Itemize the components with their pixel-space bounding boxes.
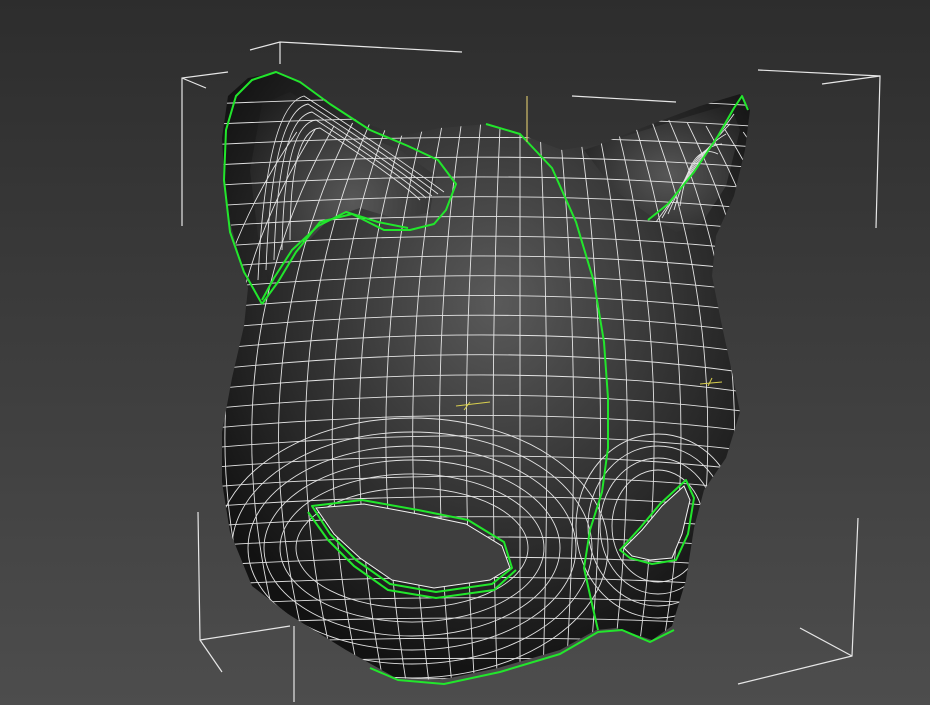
viewport-3d[interactable] [0,0,930,705]
viewport-scene [0,0,930,705]
